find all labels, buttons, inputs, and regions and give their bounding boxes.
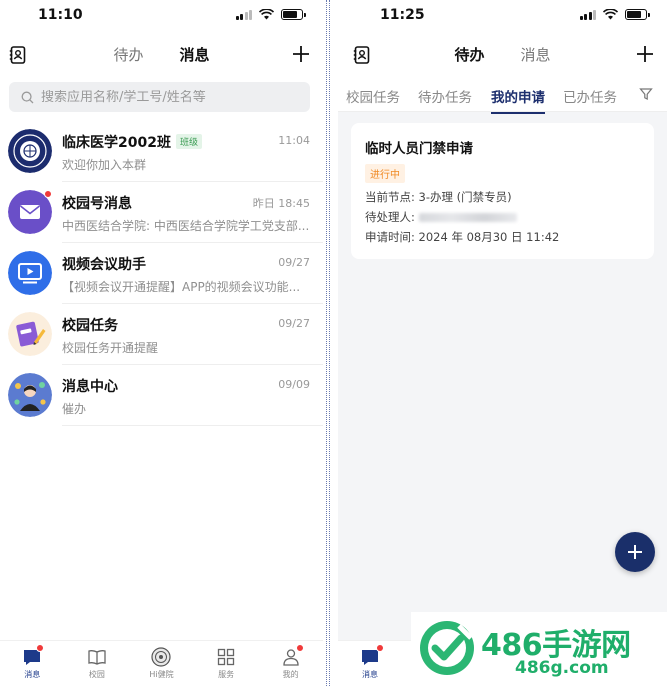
status-badge: 进行中: [365, 164, 405, 183]
nav-item-messages[interactable]: 消息: [0, 641, 65, 686]
unread-dot: [36, 644, 44, 652]
todo-screen: 11:25 待办 消息 校园任务 待办任务 我的申请 已办任务 临时人员门禁申请…: [338, 0, 667, 686]
unread-dot: [296, 644, 305, 652]
list-item[interactable]: 消息中心 09/09 催办: [0, 365, 323, 426]
tab-todo[interactable]: 待办: [454, 45, 484, 65]
message-title: 临床医学2002班 班级: [62, 132, 202, 152]
application-card[interactable]: 临时人员门禁申请 进行中 当前节点: 3-办理 (门禁专员) 待处理人: 申请时…: [351, 123, 654, 259]
task-notebook-avatar-icon: [8, 312, 52, 356]
tab-completed-tasks[interactable]: 已办任务: [563, 86, 617, 106]
video-meeting-avatar-icon: [8, 251, 52, 295]
nav-item-me[interactable]: 我的: [258, 641, 323, 686]
message-time: 11:04: [278, 134, 310, 147]
site-watermark: 486手游网 486g.com: [411, 612, 667, 686]
cellular-signal-icon: [579, 9, 596, 20]
message-preview: 中西医结合学院: 中西医结合学院学工党支部...: [62, 219, 310, 233]
list-item[interactable]: 视频会议助手 09/27 【视频会议开通提醒】APP的视频会议功能...: [0, 243, 323, 304]
grid-icon: [217, 648, 235, 666]
message-title: 消息中心: [62, 379, 118, 395]
top-tabs: 待办 消息: [0, 45, 323, 65]
add-icon[interactable]: [635, 44, 655, 64]
messages-screen: 11:10 待办 消息 临床医学2002班班级 11:04 欢迎你加入本群 校: [0, 0, 323, 686]
system-icons: [579, 9, 650, 20]
unread-dot: [44, 190, 52, 198]
watermark-logo-icon: [420, 621, 474, 675]
list-item[interactable]: 校园任务 09/27 校园任务开通提醒: [0, 304, 323, 365]
wifi-icon: [603, 9, 618, 20]
tab-messages[interactable]: 消息: [521, 45, 551, 65]
search-input[interactable]: [41, 89, 291, 105]
list-item[interactable]: 校园号消息 昨日 18:45 中西医结合学院: 中西医结合学院学工党支部...: [0, 182, 323, 243]
message-time: 09/27: [278, 256, 310, 269]
message-time: 09/27: [278, 317, 310, 330]
nav-label: Hi健院: [149, 670, 174, 679]
tab-todo[interactable]: 待办: [113, 45, 143, 65]
top-bar: 待办 消息: [338, 34, 667, 76]
nav-label: 我的: [282, 670, 299, 679]
message-preview: 催办: [62, 402, 87, 416]
redacted-handler-name: [418, 213, 517, 222]
status-bar: 11:25: [338, 0, 667, 34]
apply-time-row: 申请时间: 2024 年 08月30 日 11:42: [365, 230, 560, 244]
tab-pending-tasks[interactable]: 待办任务: [418, 86, 472, 106]
divider: [62, 425, 323, 426]
tab-campus-tasks[interactable]: 校园任务: [346, 86, 400, 106]
nav-label: 消息: [362, 670, 378, 679]
message-preview: 欢迎你加入本群: [62, 158, 147, 172]
school-logo-icon: [151, 647, 172, 667]
message-title: 校园任务: [62, 318, 118, 334]
message-title: 视频会议助手: [62, 257, 146, 273]
status-time: 11:10: [38, 7, 83, 23]
message-title: 校园号消息: [62, 196, 132, 212]
message-preview: 校园任务开通提醒: [62, 341, 159, 355]
application-title: 临时人员门禁申请: [365, 141, 473, 157]
battery-icon: [281, 9, 306, 20]
top-bar: 待办 消息: [0, 34, 323, 76]
screen-divider: [329, 0, 330, 686]
create-application-button[interactable]: [615, 532, 655, 572]
filter-icon[interactable]: [639, 87, 653, 101]
bottom-nav: 消息 校园 Hi健院 服务 我的: [0, 640, 323, 686]
watermark-url: 486g.com: [515, 658, 609, 678]
message-center-avatar-icon: [8, 373, 52, 417]
message-time: 09/09: [278, 378, 310, 391]
system-icons: [235, 9, 306, 20]
book-icon: [88, 650, 106, 665]
tab-messages[interactable]: 消息: [180, 45, 210, 65]
nav-label: 校园: [88, 670, 105, 679]
nav-item-campus[interactable]: 校园: [65, 641, 130, 686]
subtab-bar: 校园任务 待办任务 我的申请 已办任务: [338, 76, 667, 114]
plus-icon: [628, 545, 642, 559]
status-time: 11:25: [380, 7, 425, 23]
search-icon: [21, 91, 34, 103]
top-tabs: 待办 消息: [338, 45, 667, 65]
nav-label: 消息: [24, 670, 41, 679]
message-time: 昨日 18:45: [252, 197, 310, 210]
class-badge: 班级: [175, 134, 202, 149]
wifi-icon: [259, 9, 274, 20]
nav-item-messages[interactable]: 消息: [338, 641, 402, 686]
message-preview: 【视频会议开通提醒】APP的视频会议功能...: [62, 280, 301, 294]
battery-icon: [625, 9, 650, 20]
cellular-signal-icon: [235, 9, 252, 20]
screen-divider: [326, 0, 327, 686]
nav-item-hi-jianyuan[interactable]: Hi健院: [129, 641, 194, 686]
current-node-row: 当前节点: 3-办理 (门禁专员): [365, 190, 512, 204]
add-icon[interactable]: [291, 44, 311, 64]
tab-my-applications[interactable]: 我的申请: [491, 86, 545, 114]
message-list: 临床医学2002班 班级 11:04 欢迎你加入本群 校园号消息 昨日 18:45…: [0, 121, 323, 426]
handler-row: 待处理人:: [365, 209, 517, 225]
nav-item-services[interactable]: 服务: [194, 641, 259, 686]
school-emblem-avatar: [8, 129, 52, 173]
unread-dot: [376, 644, 384, 652]
list-item[interactable]: 临床医学2002班 班级 11:04 欢迎你加入本群: [0, 121, 323, 182]
nav-label: 服务: [218, 670, 235, 679]
search-bar[interactable]: [9, 82, 310, 112]
status-bar: 11:10: [0, 0, 323, 34]
